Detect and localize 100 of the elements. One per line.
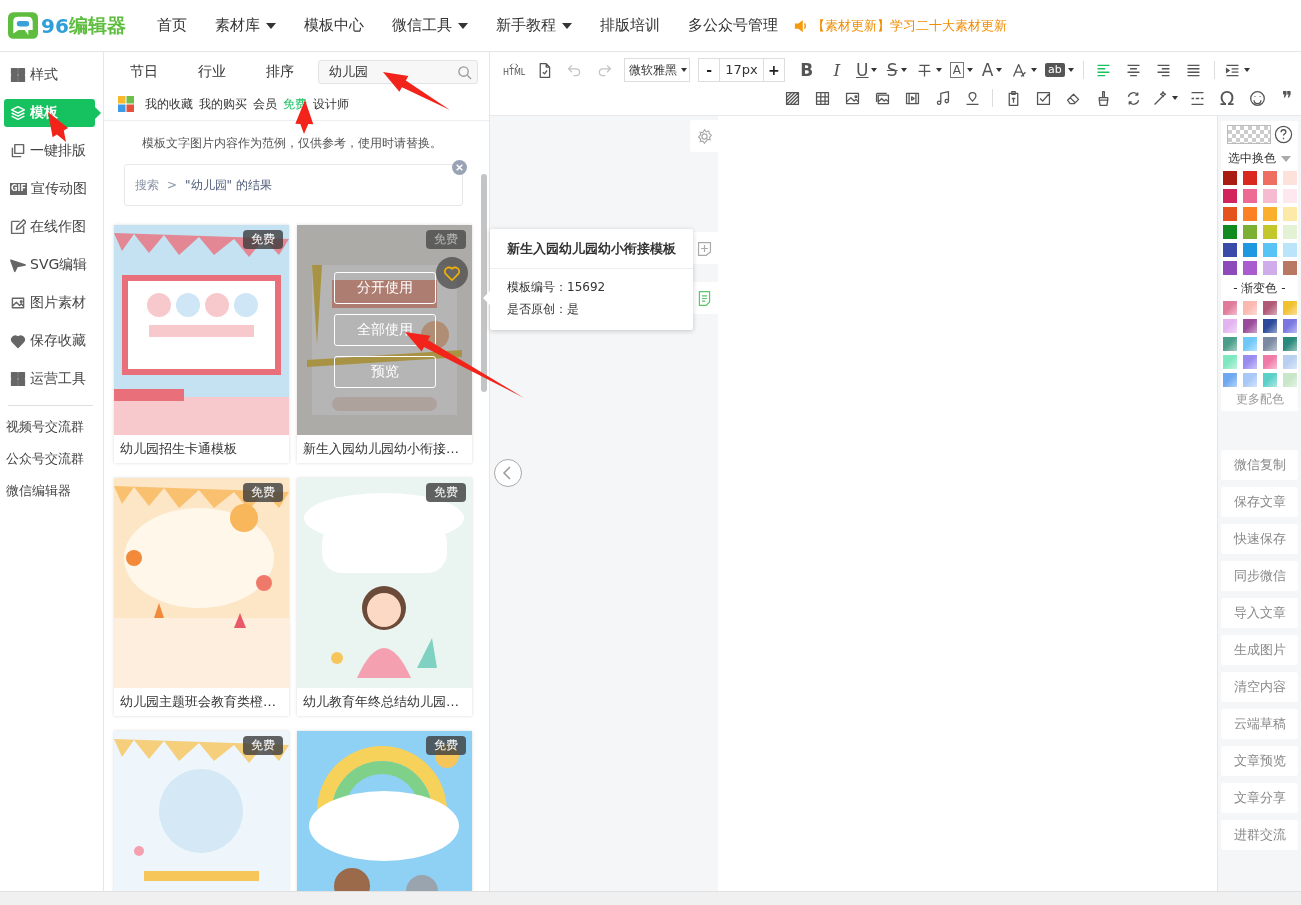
action-button[interactable]: 清空内容 [1221, 672, 1298, 702]
font-select[interactable]: 微软雅黑 [624, 58, 691, 82]
gradient-swatch[interactable] [1282, 301, 1297, 315]
gradient-swatch[interactable] [1242, 373, 1257, 387]
color-swatch[interactable] [1242, 261, 1257, 275]
format-button[interactable]: S [882, 58, 911, 82]
settings-button[interactable] [690, 120, 718, 152]
color-swatch[interactable] [1282, 243, 1297, 257]
gradient-swatch[interactable] [1242, 355, 1257, 369]
collapse-button[interactable] [493, 458, 523, 488]
gradient-swatch[interactable] [1282, 355, 1297, 369]
action-button[interactable]: 保存文章 [1221, 487, 1298, 517]
color-swatch[interactable] [1242, 243, 1257, 257]
gradient-swatch[interactable] [1282, 373, 1297, 387]
gradient-swatch[interactable] [1262, 337, 1277, 351]
color-swatch[interactable] [1282, 225, 1297, 239]
nav-link[interactable]: 素材库 [201, 16, 290, 35]
color-swatch[interactable] [1262, 207, 1277, 221]
sidebar-item[interactable]: 图片素材 [4, 289, 95, 317]
sidebar-item[interactable]: 样式 [4, 61, 95, 89]
gradient-swatch[interactable] [1222, 337, 1237, 351]
nav-link[interactable]: 排版培训 [586, 16, 674, 35]
gradient-swatch[interactable] [1222, 355, 1237, 369]
gradient-swatch[interactable] [1222, 373, 1237, 387]
scrollbar-thumb[interactable] [481, 174, 487, 392]
increase-button[interactable]: + [763, 62, 784, 78]
color-swatch[interactable] [1222, 189, 1237, 203]
filter-link[interactable]: 我的购买 [199, 95, 247, 113]
close-icon[interactable] [452, 160, 467, 175]
gradient-swatch[interactable] [1262, 373, 1277, 387]
color-swatch[interactable] [1242, 207, 1257, 221]
gradient-swatch[interactable] [1282, 319, 1297, 333]
group-link[interactable]: 视频号交流群 [0, 418, 103, 450]
gradient-swatch[interactable] [1242, 301, 1257, 315]
template-card[interactable]: 免费 幼儿园招生卡通模板 [114, 225, 289, 463]
template-card[interactable]: 免费 [114, 731, 289, 891]
color-swatch[interactable] [1222, 243, 1237, 257]
sidebar-item[interactable]: SVG编辑 [4, 251, 95, 279]
nav-link[interactable]: 多公众号管理 [674, 16, 792, 35]
gradient-swatch[interactable] [1242, 319, 1257, 333]
sidebar-item[interactable]: 运营工具 [4, 365, 95, 393]
template-card[interactable]: 免费 幼儿教育年终总结幼儿园… [297, 478, 472, 716]
gradient-swatch[interactable] [1222, 319, 1237, 333]
sidebar-item[interactable]: 在线作图 [4, 213, 95, 241]
color-swatch[interactable] [1262, 225, 1277, 239]
decrease-button[interactable]: - [699, 62, 720, 78]
format-button[interactable]: ab [1042, 58, 1077, 82]
gradient-swatch[interactable] [1242, 337, 1257, 351]
action-button[interactable]: 同步微信 [1221, 561, 1298, 591]
color-swatch[interactable] [1242, 225, 1257, 239]
format-button[interactable]: A [946, 58, 976, 82]
nav-link[interactable]: 新手教程 [482, 16, 586, 35]
color-swatch[interactable] [1262, 171, 1277, 185]
group-link[interactable]: 微信编辑器 [0, 482, 103, 514]
action-button[interactable]: 文章分享 [1221, 783, 1298, 813]
action-button[interactable]: 云端草稿 [1221, 709, 1298, 739]
action-button[interactable]: 进群交流 [1221, 820, 1298, 850]
color-swatch[interactable] [1242, 171, 1257, 185]
color-swatch[interactable] [1222, 261, 1237, 275]
no-color-swatch[interactable] [1226, 125, 1271, 144]
favorite-button[interactable] [436, 257, 468, 289]
format-button[interactable]: B [792, 58, 821, 82]
color-swatch[interactable] [1282, 207, 1297, 221]
category-tab[interactable]: 节日 [110, 63, 178, 81]
category-tab[interactable]: 行业 [178, 63, 246, 81]
format-button[interactable]: A [978, 58, 1006, 82]
gradient-swatch[interactable] [1262, 319, 1277, 333]
gradient-swatch[interactable] [1282, 337, 1297, 351]
insert-symbol-button[interactable]: ❞ [1273, 86, 1301, 110]
color-swatch[interactable] [1282, 261, 1297, 275]
template-card[interactable]: 免费 [297, 731, 472, 891]
action-button[interactable]: 快速保存 [1221, 524, 1298, 554]
template-action-button[interactable]: 分开使用 [333, 272, 436, 304]
insert-symbol-button[interactable]: Ω [1213, 86, 1241, 110]
filter-link[interactable]: 设计师 [313, 95, 349, 113]
gradient-swatch[interactable] [1262, 301, 1277, 315]
group-link[interactable]: 公众号交流群 [0, 450, 103, 482]
nav-link[interactable]: 首页 [143, 16, 201, 35]
color-swatch[interactable] [1242, 189, 1257, 203]
color-swatch[interactable] [1262, 189, 1277, 203]
color-swatch[interactable] [1222, 171, 1237, 185]
template-card[interactable]: 免费 幼儿园主题班会教育类橙… [114, 478, 289, 716]
color-swatch[interactable] [1262, 243, 1277, 257]
help-icon[interactable] [1273, 125, 1293, 144]
filter-link[interactable]: 会员 [253, 95, 277, 113]
action-button[interactable]: 文章预览 [1221, 746, 1298, 776]
nav-link[interactable]: 微信工具 [378, 16, 482, 35]
category-tab[interactable]: 排序 [246, 63, 314, 81]
color-swatch[interactable] [1262, 261, 1277, 275]
format-button[interactable]: I [822, 58, 851, 82]
palette-title[interactable]: 选中换色 [1228, 150, 1291, 167]
nav-link[interactable]: 模板中心 [290, 16, 378, 35]
action-button[interactable]: 生成图片 [1221, 635, 1298, 665]
gradient-swatch[interactable] [1222, 301, 1237, 315]
html-button[interactable]: HTML [500, 58, 529, 82]
format-button[interactable]: U [852, 58, 881, 82]
color-swatch[interactable] [1222, 225, 1237, 239]
color-swatch[interactable] [1222, 207, 1237, 221]
font-size-field[interactable]: 17px [719, 59, 764, 81]
search-field[interactable]: 幼儿园 [318, 60, 478, 84]
